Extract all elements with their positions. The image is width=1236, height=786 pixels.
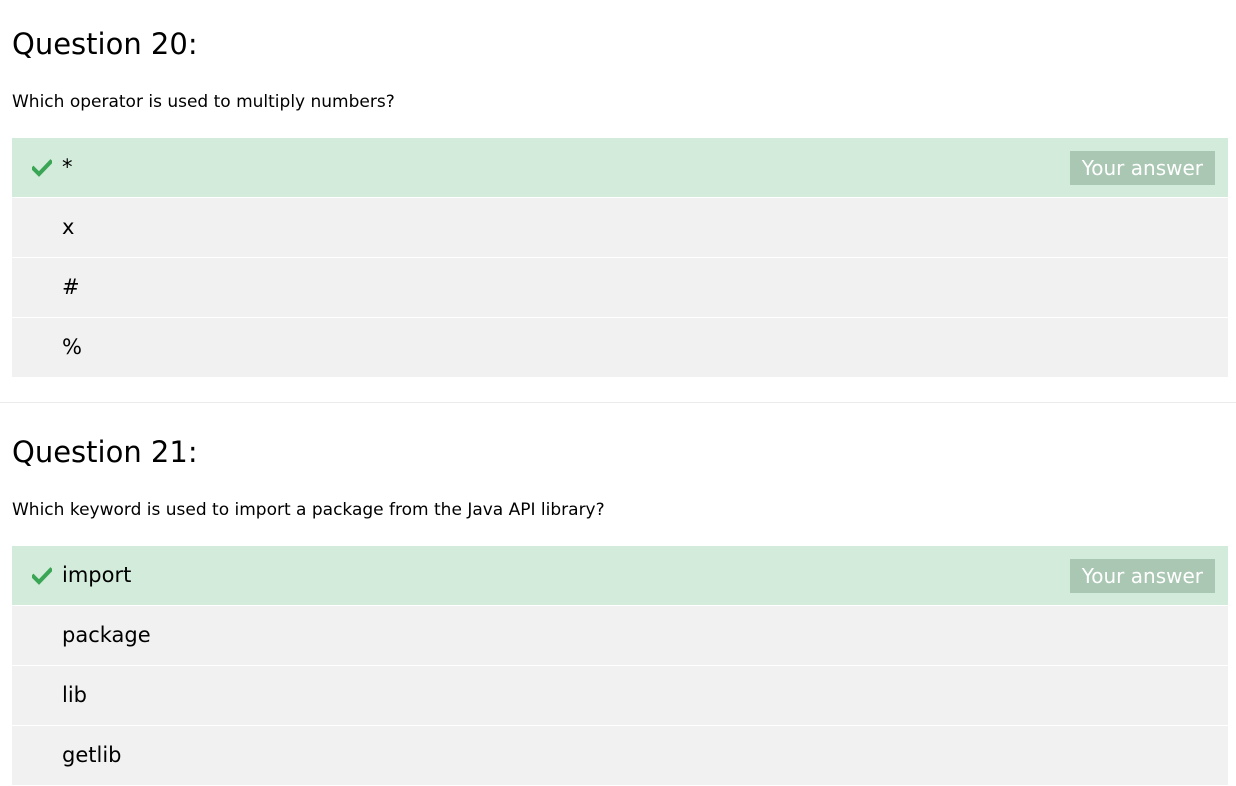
answer-option-label: package [62, 623, 151, 647]
question-divider [0, 402, 1236, 403]
checkmark-icon [32, 567, 52, 585]
checkmark-icon [32, 159, 52, 177]
your-answer-badge: Your answer [1069, 151, 1215, 185]
answer-option[interactable]: x [12, 198, 1228, 257]
answer-option[interactable]: lib [12, 666, 1228, 725]
answer-option[interactable]: package [12, 606, 1228, 665]
answer-options: import Your answer package lib getlib [12, 546, 1228, 786]
answer-option[interactable]: % [12, 318, 1228, 377]
answer-option-label: getlib [62, 743, 122, 767]
question-title: Question 20: [12, 27, 198, 61]
question-text: Which operator is used to multiply numbe… [12, 92, 395, 112]
answer-option[interactable]: # [12, 258, 1228, 317]
question-text: Which keyword is used to import a packag… [12, 500, 605, 520]
answer-option-label: % [62, 335, 82, 359]
your-answer-badge: Your answer [1069, 559, 1215, 593]
answer-option-label: * [62, 155, 73, 179]
question-title: Question 21: [12, 435, 198, 469]
answer-option-correct[interactable]: * Your answer [12, 138, 1228, 197]
answer-option-correct[interactable]: import Your answer [12, 546, 1228, 605]
answer-option-label: x [62, 215, 75, 239]
answer-option-label: lib [62, 683, 87, 707]
answer-option[interactable]: getlib [12, 726, 1228, 785]
answer-option-label: # [62, 275, 80, 299]
answer-option-label: import [62, 563, 132, 587]
answer-options: * Your answer x # % [12, 138, 1228, 378]
